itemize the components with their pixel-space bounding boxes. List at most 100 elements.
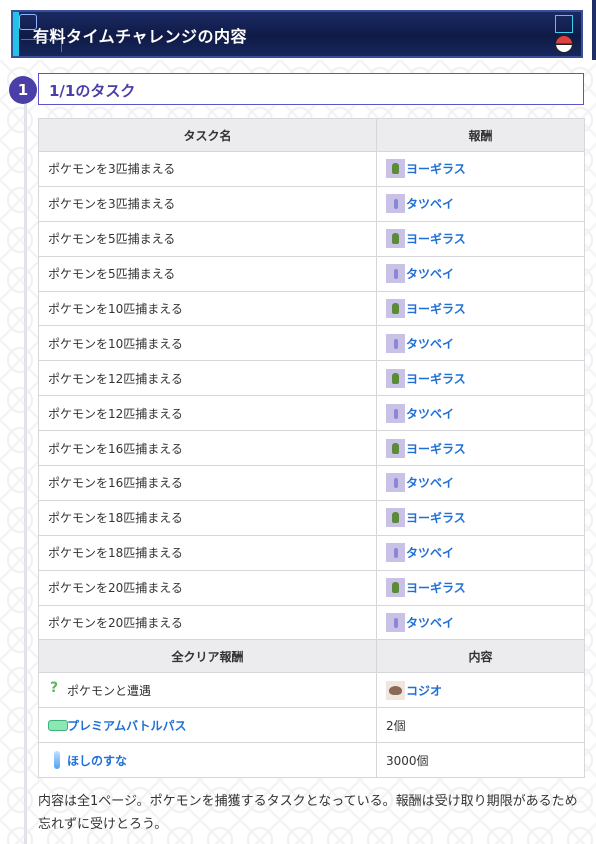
table-row: ポケモンを16匹捕まえる タツベイ bbox=[38, 465, 585, 501]
reward-cell: タツベイ bbox=[376, 604, 585, 641]
clear-reward-label: ポケモンと遭遇 bbox=[67, 683, 152, 698]
table-row: ポケモンを10匹捕まえる ヨーギラス bbox=[38, 290, 585, 327]
table-row: ポケモンと遭遇 コジオ bbox=[38, 672, 585, 709]
reward-cell: タツベイ bbox=[376, 395, 585, 432]
nacli-icon[interactable] bbox=[386, 680, 405, 700]
reward-link[interactable]: ヨーギラス bbox=[406, 579, 466, 596]
clear-reward-name-cell: ほしのすな bbox=[38, 742, 377, 779]
task-name-cell: ポケモンを5匹捕まえる bbox=[38, 220, 377, 257]
task-name-cell: ポケモンを10匹捕まえる bbox=[38, 290, 377, 327]
header-task-name: タスク名 bbox=[38, 118, 377, 152]
task-table-body: ポケモンを3匹捕まえる ヨーギラス ポケモンを3匹捕まえる タツベイ ポケモンを5匹捕ま… bbox=[38, 151, 585, 641]
reward-link[interactable]: タツベイ bbox=[406, 544, 454, 561]
reward-cell: タツベイ bbox=[376, 185, 585, 222]
table-row: ほしのすな 3000個 bbox=[38, 742, 585, 779]
dreepy-icon[interactable] bbox=[386, 543, 405, 563]
clear-reward-name-cell: プレミアムバトルパス bbox=[38, 707, 377, 744]
larvitar-icon[interactable] bbox=[386, 508, 405, 528]
reward-link[interactable]: ヨーギラス bbox=[406, 509, 466, 526]
dreepy-icon[interactable] bbox=[386, 473, 405, 493]
dreepy-icon[interactable] bbox=[386, 403, 405, 423]
larvitar-icon[interactable] bbox=[386, 368, 405, 388]
reward-link[interactable]: ヨーギラス bbox=[406, 300, 466, 317]
encounter-icon bbox=[48, 680, 66, 699]
reward-link[interactable]: タツベイ bbox=[406, 405, 454, 422]
larvitar-icon[interactable] bbox=[386, 159, 405, 179]
reward-cell: ヨーギラス bbox=[376, 569, 585, 606]
reward-cell: タツベイ bbox=[376, 465, 585, 501]
reward-cell: タツベイ bbox=[376, 325, 585, 362]
task-name-cell: ポケモンを20匹捕まえる bbox=[38, 569, 377, 606]
clear-reward-body: 全クリア報酬内容ポケモンと遭遇 コジオプレミアムバトルパス 2個ほしのすな 3000個 bbox=[38, 639, 585, 779]
reward-link[interactable]: タツベイ bbox=[406, 614, 454, 631]
task-name-cell: ポケモンを18匹捕まえる bbox=[38, 499, 377, 536]
description-text: 内容は全1ページ。ポケモンを捕獲するタスクとなっている。報酬は受け取り期限がある… bbox=[38, 794, 578, 832]
clear-content-cell: コジオ bbox=[376, 672, 585, 709]
table-row: ポケモンを5匹捕まえる ヨーギラス bbox=[38, 220, 585, 257]
larvitar-icon[interactable] bbox=[386, 299, 405, 318]
task-name-cell: ポケモンを16匹捕まえる bbox=[38, 465, 377, 501]
task-table-header: タスク名 報酬 bbox=[38, 118, 585, 152]
table-row: ポケモンを12匹捕まえる ヨーギラス bbox=[38, 360, 585, 397]
table-row: ポケモンを3匹捕まえる タツベイ bbox=[38, 185, 585, 222]
reward-cell: ヨーギラス bbox=[376, 499, 585, 536]
task-name-cell: ポケモンを3匹捕まえる bbox=[38, 151, 377, 187]
table-row: ポケモンを20匹捕まえる ヨーギラス bbox=[38, 569, 585, 606]
reward-cell: ヨーギラス bbox=[376, 151, 585, 187]
task-name-cell: ポケモンを10匹捕まえる bbox=[38, 325, 377, 362]
content-link[interactable]: コジオ bbox=[406, 682, 442, 699]
task-name-cell: ポケモンを16匹捕まえる bbox=[38, 430, 377, 467]
step-number-badge: 1 bbox=[9, 76, 37, 104]
task-name-cell: ポケモンを18匹捕まえる bbox=[38, 534, 377, 571]
step-timeline bbox=[24, 100, 27, 844]
reward-link[interactable]: タツベイ bbox=[406, 335, 454, 352]
task-name-cell: ポケモンを3匹捕まえる bbox=[38, 185, 377, 222]
table-row: ポケモンを10匹捕まえる タツベイ bbox=[38, 325, 585, 362]
dreepy-icon[interactable] bbox=[386, 333, 405, 353]
pokeball-icon bbox=[555, 35, 573, 53]
reward-cell: タツベイ bbox=[376, 534, 585, 571]
clear-content-cell: 3000個 bbox=[376, 742, 585, 779]
reward-link[interactable]: タツベイ bbox=[406, 265, 454, 282]
clear-reward-name-cell: ポケモンと遭遇 bbox=[38, 672, 377, 709]
clear-reward-link[interactable]: ほしのすな bbox=[67, 752, 127, 769]
table-row: ポケモンを18匹捕まえる ヨーギラス bbox=[38, 499, 585, 536]
reward-cell: タツベイ bbox=[376, 255, 585, 292]
clear-reward-link[interactable]: プレミアムバトルパス bbox=[67, 717, 187, 734]
stardust-icon[interactable] bbox=[48, 751, 66, 770]
reward-link[interactable]: ヨーギラス bbox=[406, 160, 466, 177]
header-content: 内容 bbox=[376, 639, 585, 674]
header-reward: 報酬 bbox=[376, 118, 585, 152]
reward-link[interactable]: ヨーギラス bbox=[406, 440, 466, 457]
task-name-cell: ポケモンを20匹捕まえる bbox=[38, 604, 377, 641]
larvitar-icon[interactable] bbox=[386, 578, 405, 598]
step-title: 1/1のタスク bbox=[49, 82, 136, 100]
reward-link[interactable]: タツベイ bbox=[406, 195, 454, 212]
header-corner-deco-icon bbox=[555, 15, 573, 33]
dreepy-icon[interactable] bbox=[386, 194, 405, 214]
table-row: ポケモンを18匹捕まえる タツベイ bbox=[38, 534, 585, 571]
header-side-stripe bbox=[592, 0, 596, 60]
task-name-cell: ポケモンを12匹捕まえる bbox=[38, 360, 377, 397]
header-clear-reward: 全クリア報酬 bbox=[38, 639, 377, 674]
task-name-cell: ポケモンを5匹捕まえる bbox=[38, 255, 377, 292]
reward-link[interactable]: ヨーギラス bbox=[406, 230, 466, 247]
table-row: ポケモンを20匹捕まえる タツベイ bbox=[38, 604, 585, 641]
reward-cell: ヨーギラス bbox=[376, 430, 585, 467]
larvitar-icon[interactable] bbox=[386, 438, 405, 458]
table-row: ポケモンを16匹捕まえる ヨーギラス bbox=[38, 430, 585, 467]
reward-link[interactable]: タツベイ bbox=[406, 474, 454, 491]
clear-table-header: 全クリア報酬 内容 bbox=[38, 639, 585, 674]
dreepy-icon[interactable] bbox=[386, 264, 405, 284]
larvitar-icon[interactable] bbox=[386, 229, 405, 249]
content-value: 2個 bbox=[386, 718, 406, 733]
reward-cell: ヨーギラス bbox=[376, 360, 585, 397]
table-row: ポケモンを3匹捕まえる ヨーギラス bbox=[38, 151, 585, 187]
task-table: タスク名 報酬 ポケモンを3匹捕まえる ヨーギラス ポケモンを3匹捕まえる タツベイポ… bbox=[38, 118, 585, 779]
reward-link[interactable]: ヨーギラス bbox=[406, 370, 466, 387]
battle-pass-icon[interactable] bbox=[48, 716, 68, 734]
dreepy-icon[interactable] bbox=[386, 613, 405, 633]
reward-cell: ヨーギラス bbox=[376, 290, 585, 327]
table-row: プレミアムバトルパス 2個 bbox=[38, 707, 585, 744]
section-header: 有料タイムチャレンジの内容 bbox=[11, 10, 583, 58]
